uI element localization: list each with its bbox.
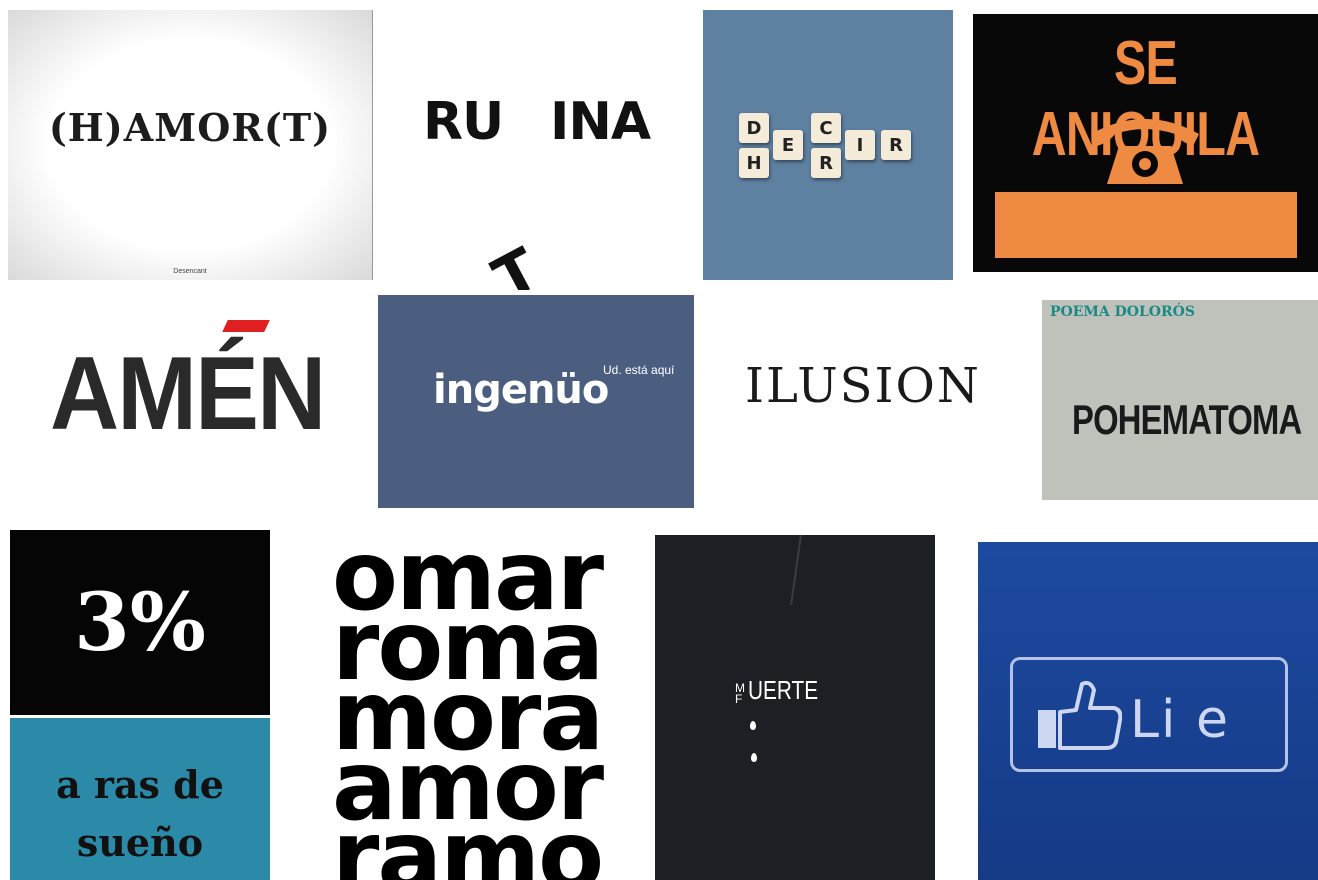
tile-like: Li e	[978, 542, 1318, 880]
thumbs-up-icon	[1038, 680, 1122, 750]
caption-line-1: a ras de	[56, 762, 224, 807]
tile-a-ras-de-sueno: a ras de sueño	[10, 718, 270, 880]
anagram-line: ramo	[332, 800, 604, 880]
tile-hamort: (H)AMOR(T) Desencant	[8, 10, 373, 280]
scrabble-tile: R	[881, 130, 911, 160]
amen-accent-mark	[222, 320, 270, 332]
tile-decir-herir: D E C I R H R	[703, 10, 953, 280]
percent-caption: a ras de sueño	[10, 756, 270, 872]
caption-line-2: sueño	[76, 820, 204, 865]
percent-value: 3%	[74, 575, 206, 669]
like-text: Li e	[1130, 690, 1230, 750]
scrabble-tile: H	[739, 148, 769, 178]
scrabble-tile: E	[773, 130, 803, 160]
scrabble-tile: I	[845, 130, 875, 160]
aniquila-bar	[995, 192, 1297, 258]
scrabble-tile: D	[739, 113, 769, 143]
poema-word: POHEMATOMA	[1072, 396, 1302, 443]
telephone-icon	[1091, 119, 1199, 184]
tile-ruina: RU INA T	[378, 0, 698, 290]
muerte-word: UERTE	[748, 675, 819, 705]
tile-omar-anagrams: omar roma mora amor ramo	[300, 520, 640, 880]
tile-se-aniquila: SE ANIQUILA	[973, 14, 1318, 272]
ilusion-text: ILUSION	[745, 358, 981, 414]
hamort-text: (H)AMOR(T)	[48, 105, 332, 150]
amen-text: AMÉN	[50, 336, 326, 452]
ruina-left: RU	[423, 92, 504, 152]
ruina-right: INA	[550, 92, 651, 152]
tile-muerte: M F UERTE	[655, 535, 935, 880]
tile-poema-doloros: POEMA DOLORÓS POHEMATOMA	[1042, 300, 1318, 500]
poema-title: POEMA DOLORÓS	[1050, 304, 1195, 320]
tile-ingenuo: ingenüo Ud. está aquí	[378, 295, 694, 508]
tile-amen: AMÉN	[10, 300, 355, 490]
drop-icon	[750, 721, 756, 730]
scrabble-tile: C	[811, 113, 841, 143]
tile-percent: 3%	[10, 530, 270, 715]
muerte-stacked-letters: M F	[735, 682, 745, 706]
hamort-signature: Desencant	[173, 268, 207, 275]
tile-ilusion: ILUSION	[700, 330, 1020, 450]
ruina-fallen-letter: T	[482, 234, 550, 290]
ingenuo-text: ingenüo	[433, 367, 609, 413]
drop-icon	[751, 753, 757, 762]
stacked-f: F	[735, 692, 743, 706]
ingenuo-note: Ud. está aquí	[603, 363, 675, 377]
crack-line	[790, 535, 802, 605]
scrabble-tile: R	[811, 148, 841, 178]
